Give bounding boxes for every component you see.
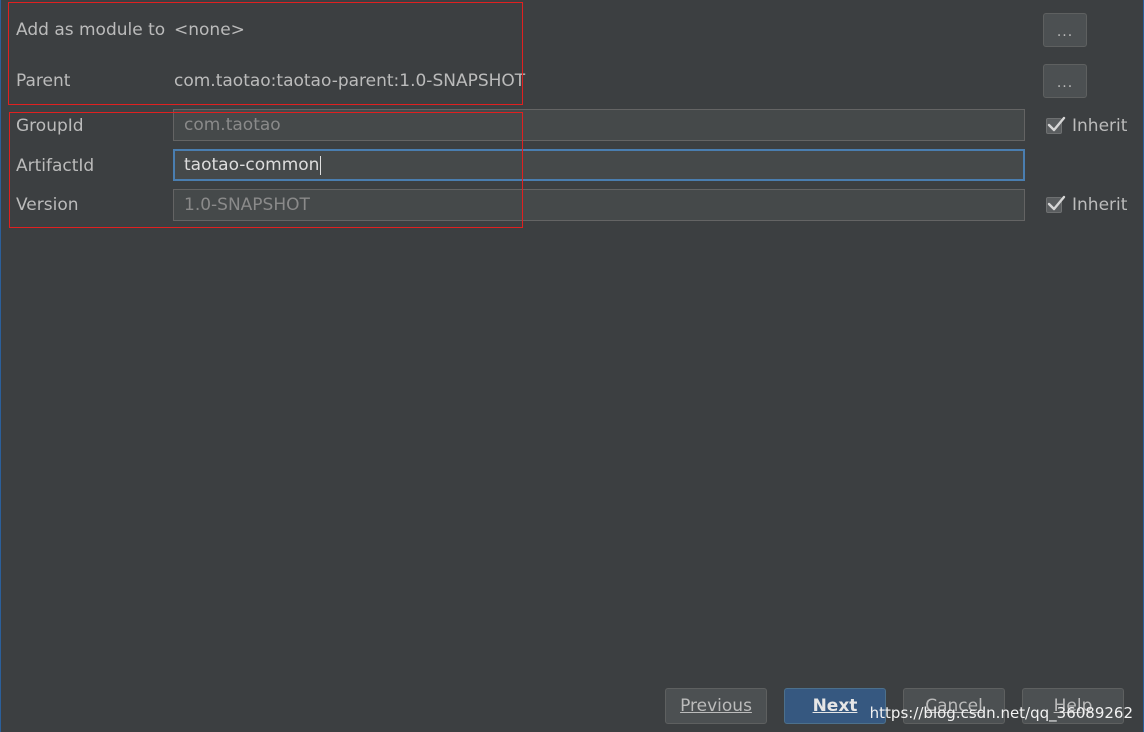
groupid-inherit-checkbox[interactable]: Inherit (1046, 115, 1127, 137)
module-browse-button[interactable]: ... (1043, 13, 1087, 47)
groupid-inherit-label: Inherit (1072, 116, 1128, 136)
new-module-dialog: Add as module to <none> ... Parent com.t… (0, 0, 1144, 732)
artifactid-value: taotao-common (184, 155, 320, 175)
groupid-label: GroupId (16, 116, 84, 136)
checkbox-checked-icon (1046, 195, 1066, 213)
text-caret (320, 155, 322, 175)
module-value: <none> (174, 20, 245, 40)
artifactid-field[interactable]: taotao-common (173, 149, 1025, 181)
checkbox-checked-icon (1046, 116, 1066, 134)
version-inherit-checkbox[interactable]: Inherit (1046, 194, 1127, 216)
version-inherit-label: Inherit (1072, 195, 1128, 215)
parent-label: Parent (16, 71, 71, 91)
parent-value: com.taotao:taotao-parent:1.0-SNAPSHOT (174, 71, 526, 91)
watermark-text: https://blog.csdn.net/qq_36089262 (869, 704, 1133, 722)
module-label: Add as module to (16, 20, 166, 40)
version-label: Version (16, 195, 79, 215)
artifactid-label: ArtifactId (16, 156, 95, 176)
parent-browse-button[interactable]: ... (1043, 64, 1087, 98)
groupid-field[interactable]: com.taotao (173, 109, 1025, 141)
previous-button[interactable]: Previous (665, 688, 767, 724)
version-field[interactable]: 1.0-SNAPSHOT (173, 189, 1025, 221)
